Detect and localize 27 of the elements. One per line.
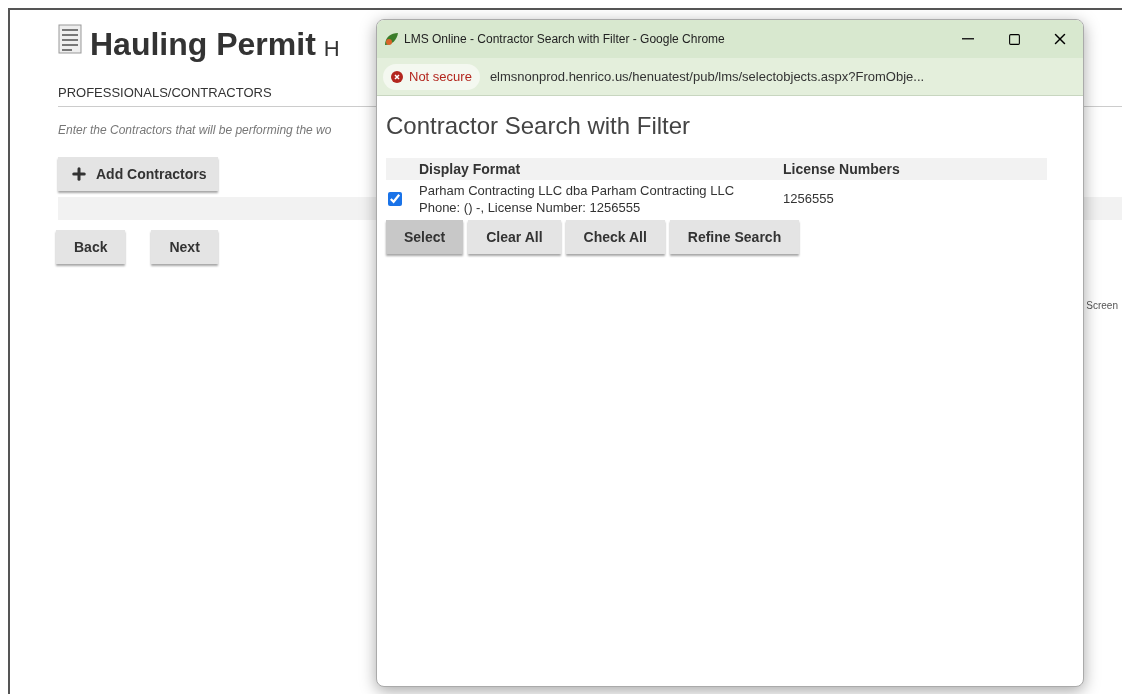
table-cell-text: Parham Contracting LLC dba Parham Contracting LLC Phone: () -, License Number: 1256555 [419, 182, 736, 216]
minimize-icon [962, 38, 974, 40]
leaf-logo-icon [383, 31, 399, 47]
action-button[interactable]: Refine Search [669, 220, 800, 254]
action-button[interactable]: Clear All [468, 220, 561, 254]
column-header: License Numbers [783, 159, 900, 179]
section-heading: PROFESSIONALS/CONTRACTORS [58, 85, 272, 100]
error-icon [391, 70, 403, 83]
maximize-icon [1007, 32, 1021, 46]
url-text[interactable]: elmsnonprod.henrico.us/henuatest/pub/lms/selectobjects.aspx?FromObje... [489, 66, 925, 87]
side-text: Screen [1086, 299, 1118, 313]
action-button[interactable]: Select [386, 220, 464, 254]
column-header: Display Format [419, 159, 522, 179]
page-subtitle: H [323, 38, 340, 60]
action-button[interactable]: Check All [565, 220, 665, 254]
security-chip[interactable]: Not secure [383, 63, 480, 90]
plus-icon [70, 165, 88, 183]
row-checkbox[interactable] [388, 192, 402, 206]
page-title: Hauling Permit [90, 28, 316, 60]
add-contractors-button[interactable]: Add Contractors [58, 157, 219, 191]
next-button[interactable]: Next [151, 230, 218, 264]
back-button[interactable]: Back [56, 230, 126, 264]
table-cell-text: 1256555 [783, 190, 834, 209]
dialog-heading: Contractor Search with Filter [386, 111, 692, 141]
instructions: Enter the Contractors that will be performing the wo [58, 122, 332, 139]
form-icon [58, 24, 82, 54]
window-title: LMS Online - Contractor Search with Filter - Google Chrome [404, 31, 725, 48]
